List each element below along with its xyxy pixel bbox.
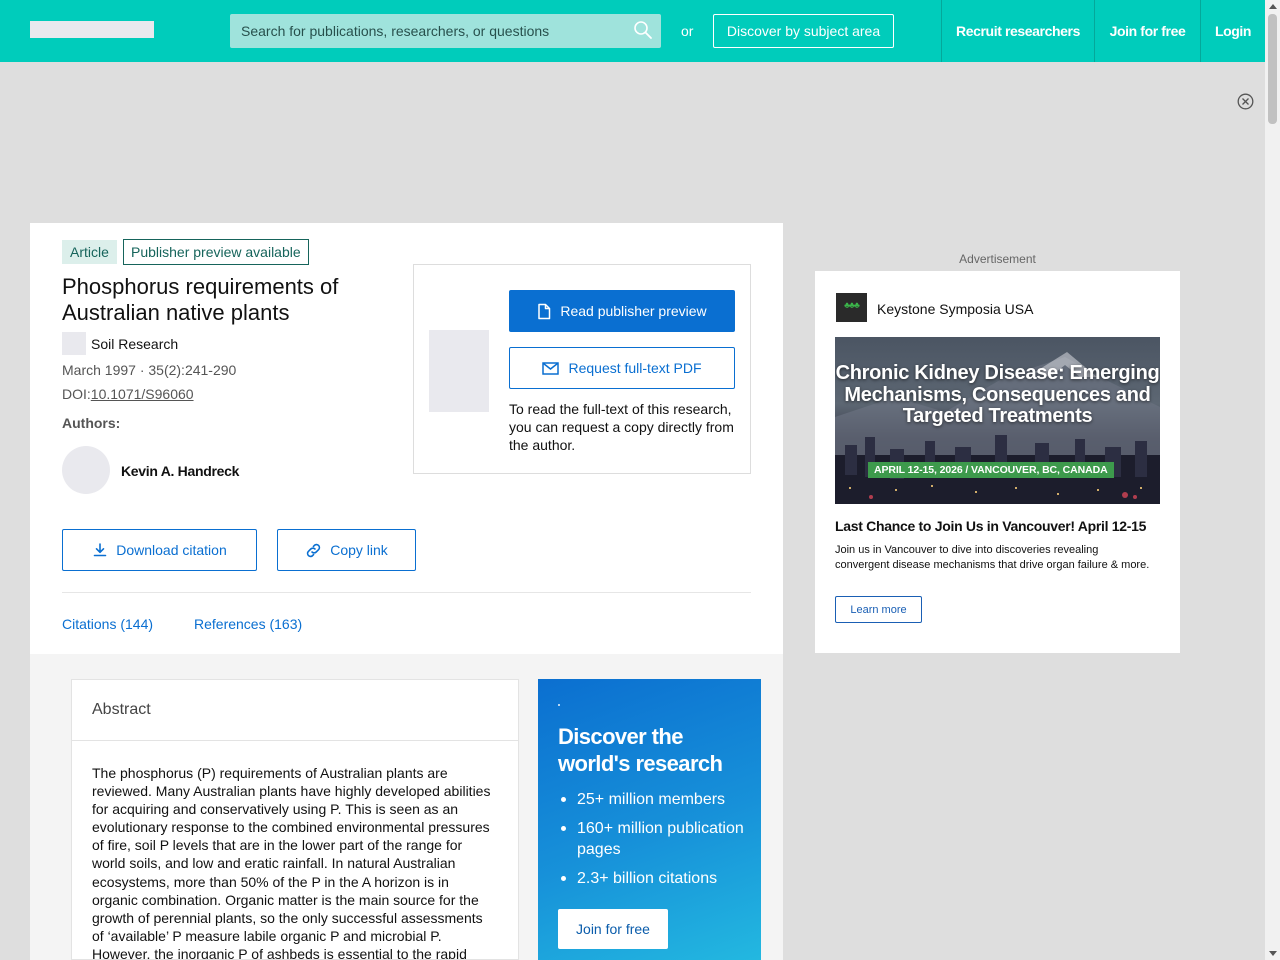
- discover-research-promo: Discover the world's research 25+ millio…: [538, 679, 761, 960]
- avatar[interactable]: [62, 446, 110, 494]
- link-icon: [307, 543, 321, 557]
- advertisement[interactable]: ♣♣♣ Keystone Symposia USA Chronic Kidney…: [815, 271, 1180, 653]
- author-name[interactable]: Kevin A. Handreck: [121, 463, 239, 479]
- advertisement-label: Advertisement: [959, 252, 1036, 266]
- read-preview-label: Read publisher preview: [560, 303, 707, 319]
- logo-placeholder[interactable]: [30, 21, 154, 38]
- request-pdf-label: Request full-text PDF: [568, 360, 702, 376]
- search-input[interactable]: [230, 14, 661, 48]
- preview-panel: Read publisher preview Request full-text…: [413, 264, 751, 474]
- ad-description: Join us in Vancouver to dive into discov…: [835, 544, 1150, 571]
- mail-icon: [542, 361, 560, 375]
- download-icon: [93, 543, 107, 557]
- promo-join-button[interactable]: Join for free: [558, 909, 668, 949]
- tabs-divider: [62, 592, 751, 593]
- discover-subject-button[interactable]: Discover by subject area: [713, 14, 894, 48]
- ad-headline[interactable]: Last Chance to Join Us in Vancouver! Apr…: [835, 518, 1165, 534]
- article-type-badge: Article: [62, 240, 117, 264]
- abstract-card: Abstract The phosphorus (P) requirements…: [71, 679, 519, 960]
- journal-name[interactable]: Soil Research: [91, 336, 178, 352]
- or-separator: or: [681, 23, 694, 39]
- doi-link[interactable]: 10.1071/S96060: [91, 386, 194, 402]
- scroll-thumb[interactable]: [1268, 14, 1277, 124]
- promo-list: 25+ million members 160+ million publica…: [558, 789, 753, 897]
- read-publisher-preview-button[interactable]: Read publisher preview: [509, 290, 735, 332]
- scroll-up-arrow-icon[interactable]: [1269, 4, 1277, 9]
- top-header: or Discover by subject area Recruit rese…: [0, 0, 1265, 62]
- ad-brand-name[interactable]: Keystone Symposia USA: [877, 301, 1033, 317]
- ad-image-date: APRIL 12-15, 2026 / VANCOUVER, BC, CANAD…: [868, 462, 1114, 478]
- list-item: 2.3+ billion citations: [558, 868, 753, 889]
- authors-label: Authors:: [62, 415, 121, 431]
- nav-recruit-researchers[interactable]: Recruit researchers: [941, 0, 1094, 62]
- request-full-text-button[interactable]: Request full-text PDF: [509, 347, 735, 389]
- publication-card: Article Publisher preview available Phos…: [30, 223, 783, 654]
- tab-references[interactable]: References (163): [194, 616, 302, 632]
- search-icon[interactable]: [633, 20, 653, 40]
- document-icon: [538, 303, 551, 319]
- keystone-logo-icon: ♣♣♣: [836, 293, 867, 322]
- page-scrollbar[interactable]: [1265, 0, 1280, 960]
- download-citation-label: Download citation: [116, 542, 227, 558]
- publisher-preview-badge: Publisher preview available: [123, 239, 309, 265]
- search-box[interactable]: [230, 14, 661, 48]
- doi-label: DOI:: [62, 386, 91, 402]
- close-circle-icon[interactable]: [1237, 93, 1254, 110]
- abstract-heading: Abstract: [72, 680, 518, 741]
- list-item: 25+ million members: [558, 789, 753, 810]
- ad-learn-more-button[interactable]: Learn more: [835, 596, 922, 623]
- ad-image-title: Chronic Kidney Disease: Emerging Mechani…: [835, 362, 1160, 427]
- copy-link-button[interactable]: Copy link: [277, 529, 416, 571]
- promo-dot: [558, 704, 560, 706]
- abstract-text: The phosphorus (P) requirements of Austr…: [92, 765, 491, 960]
- preview-thumbnail[interactable]: [429, 330, 489, 412]
- promo-title: Discover the world's research: [558, 724, 723, 776]
- nav-login[interactable]: Login: [1200, 0, 1265, 62]
- request-note: To read the full-text of this research, …: [509, 401, 734, 453]
- list-item: 160+ million publication pages: [558, 818, 753, 860]
- download-citation-button[interactable]: Download citation: [62, 529, 257, 571]
- nav-join-for-free[interactable]: Join for free: [1094, 0, 1200, 62]
- journal-logo: [62, 332, 86, 355]
- doi-line: DOI:10.1071/S96060: [62, 386, 194, 402]
- ad-banner-image[interactable]: Chronic Kidney Disease: Emerging Mechani…: [835, 337, 1160, 504]
- publication-date: March 1997 · 35(2):241-290: [62, 362, 237, 378]
- page-title: Phosphorus requirements of Australian na…: [62, 274, 339, 325]
- scroll-down-arrow-icon[interactable]: [1269, 951, 1277, 956]
- copy-link-label: Copy link: [330, 542, 388, 558]
- tab-citations[interactable]: Citations (144): [62, 616, 153, 632]
